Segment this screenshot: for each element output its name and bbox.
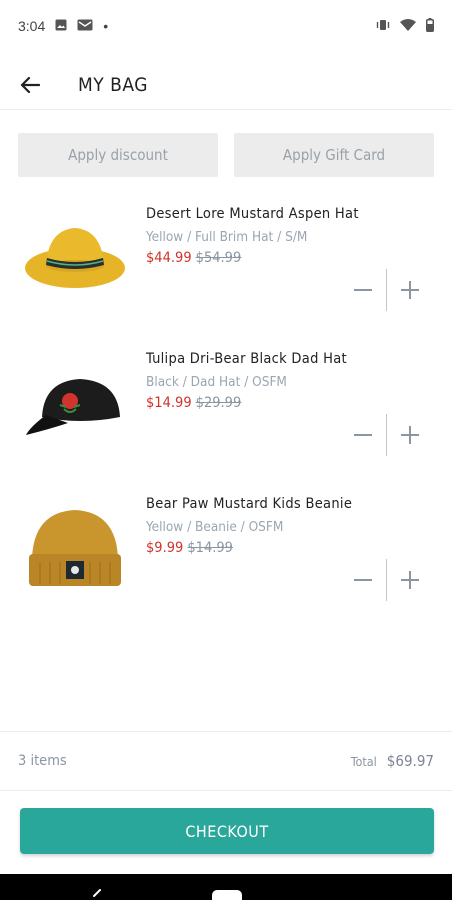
back-button[interactable] [0,60,60,110]
cart-item: Tulipa Dri-Bear Black Dad Hat Black / Da… [0,345,452,475]
system-nav-bar [0,874,452,900]
item-name[interactable]: Desert Lore Mustard Aspen Hat [146,206,359,222]
sale-price: $14.99 [146,395,192,411]
total: Total $69.97 [351,752,434,770]
decrease-quantity-button[interactable] [350,422,376,448]
quantity-divider [386,559,387,601]
plus-icon [401,571,419,589]
items-count: 3 items [18,753,67,769]
quantity-stepper [350,413,430,457]
battery-icon [426,17,434,35]
order-summary: 3 items Total $69.97 [0,731,452,791]
item-prices: $44.99 $54.99 [146,250,241,266]
original-price: $29.99 [195,395,242,411]
cart-item: Desert Lore Mustard Aspen Hat Yellow / F… [0,200,452,330]
increase-quantity-button[interactable] [397,567,423,593]
quantity-stepper [350,268,430,312]
decrease-quantity-button[interactable] [350,567,376,593]
plus-icon [401,281,419,299]
quantity-divider [386,269,387,311]
checkout-button[interactable]: CHECKOUT [20,808,434,854]
plus-icon [401,426,419,444]
quantity-stepper [350,558,430,602]
original-price: $54.99 [195,250,242,266]
page-title: MY BAG [78,73,148,96]
item-prices: $14.99 $29.99 [146,395,241,411]
nav-back-icon[interactable] [90,888,104,900]
increase-quantity-button[interactable] [397,277,423,303]
minus-icon [354,579,372,581]
vibrate-icon [376,18,390,34]
total-label: Total [350,754,377,769]
wifi-icon [400,18,416,34]
apply-discount-button[interactable]: Apply discount [18,133,218,177]
status-time: 3:04 [18,18,46,34]
discount-actions: Apply discount Apply Gift Card [18,133,434,177]
total-value: $69.97 [386,752,434,770]
nav-home-button[interactable] [212,890,242,900]
increase-quantity-button[interactable] [397,422,423,448]
app-header: MY BAG [0,60,452,110]
item-variant: Yellow / Full Brim Hat / S/M [146,229,308,245]
mail-icon [77,18,93,34]
original-price: $14.99 [187,540,233,556]
apply-gift-card-button[interactable]: Apply Gift Card [234,133,434,177]
decrease-quantity-button[interactable] [350,277,376,303]
minus-icon [354,289,372,291]
mustard-beanie-image [29,510,121,586]
yellow-brim-hat-image [25,228,125,288]
quantity-divider [386,414,387,456]
item-name[interactable]: Bear Paw Mustard Kids Beanie [146,496,352,512]
sale-price: $9.99 [146,540,184,556]
sale-price: $44.99 [146,250,192,266]
image-icon [55,18,67,34]
item-variant: Black / Dad Hat / OSFM [146,374,287,390]
status-dot: • [103,18,109,34]
minus-icon [354,434,372,436]
cart-item: Bear Paw Mustard Kids Beanie Yellow / Be… [0,490,452,620]
status-bar: 3:04 • [0,0,452,52]
item-prices: $9.99 $14.99 [146,540,233,556]
arrow-left-icon [20,76,40,93]
black-dad-hat-image [26,379,120,435]
item-name[interactable]: Tulipa Dri-Bear Black Dad Hat [146,351,347,367]
item-variant: Yellow / Beanie / OSFM [146,519,284,535]
